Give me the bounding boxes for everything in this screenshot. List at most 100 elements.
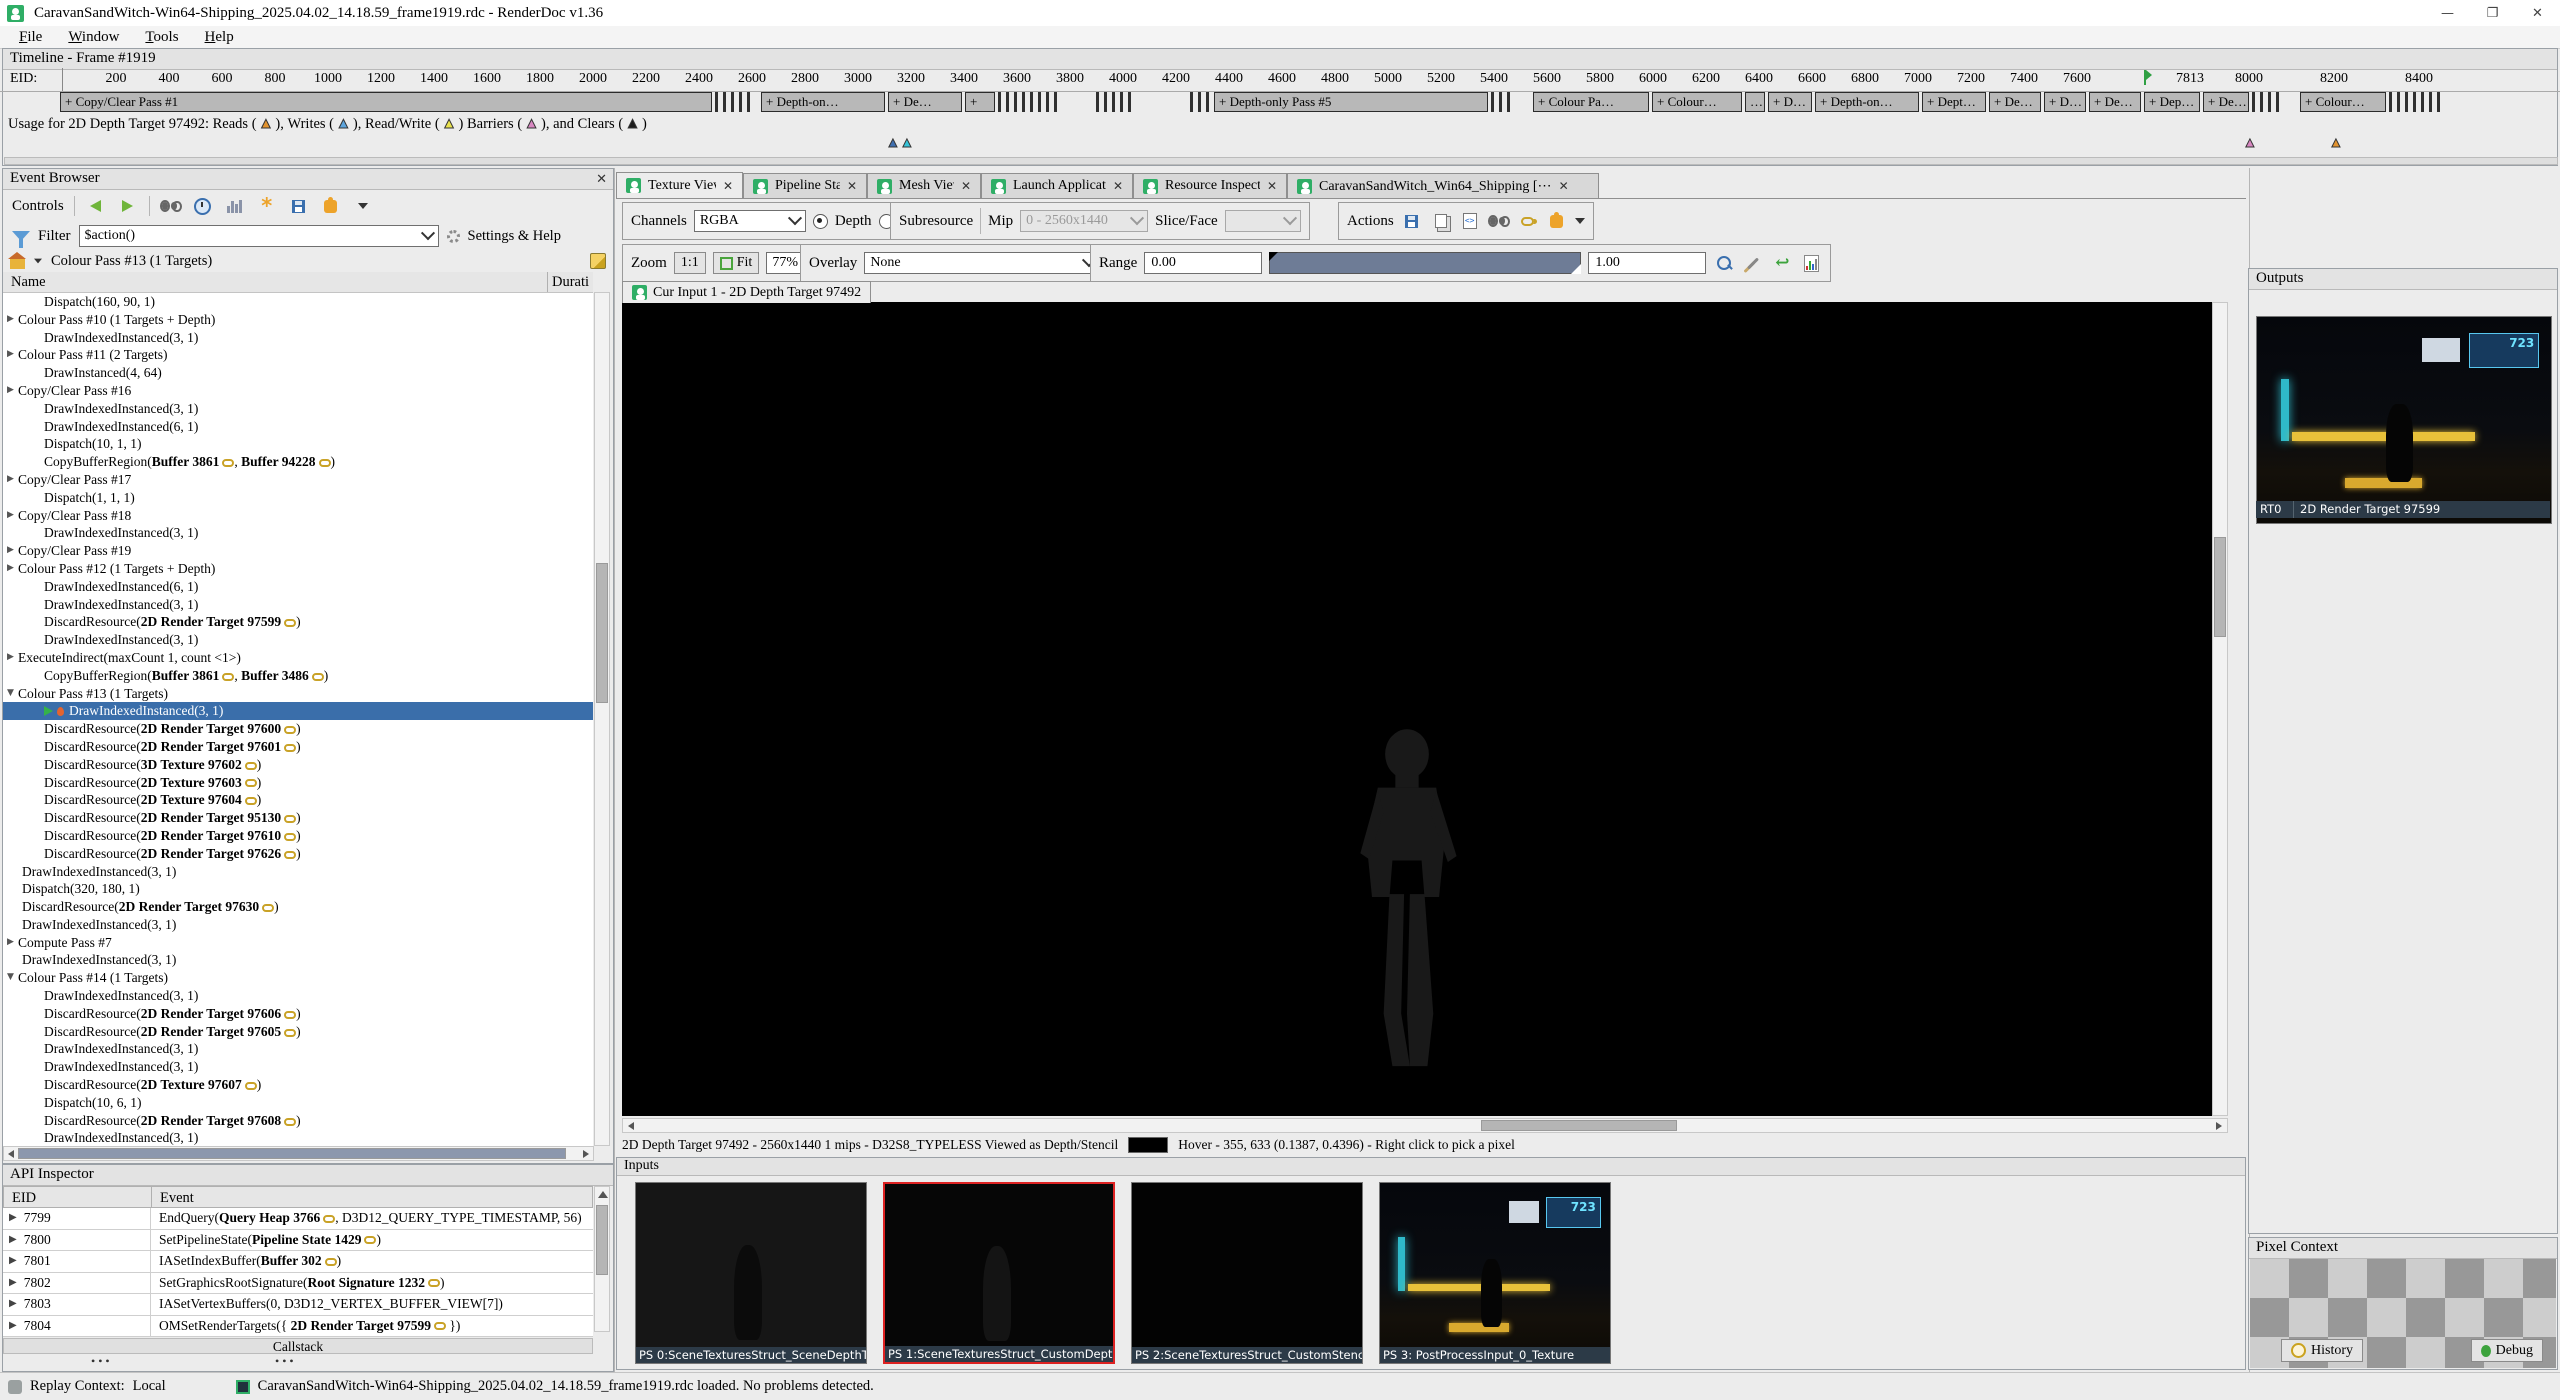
timeline-pass-block[interactable]: + Depth-on… (1815, 92, 1919, 112)
tree-caret-icon[interactable]: ▶ (3, 382, 18, 400)
tree-caret-icon[interactable]: ▶ (9, 1251, 17, 1272)
event-tree-row[interactable]: Dispatch(1, 1, 1) (3, 489, 593, 507)
event-tree-row[interactable]: DrawIndexedInstanced(3, 1) (3, 916, 593, 934)
timeline-pass-block[interactable]: + Colour… (1652, 92, 1742, 112)
mip-select[interactable]: 0 - 2560x1440 (1020, 210, 1148, 232)
reset-range-undo-icon[interactable]: ↩ (1771, 253, 1793, 273)
menu-window[interactable]: Window (55, 29, 132, 46)
timeline-pass-block[interactable]: + Dept… (1922, 92, 1986, 112)
close-button[interactable]: ✕ (2515, 0, 2560, 26)
timeline-pass-block[interactable]: … (1745, 92, 1765, 112)
stats-icon[interactable] (224, 196, 246, 216)
edit-bookmarks-pencil-icon[interactable] (590, 253, 606, 269)
event-tree-row[interactable]: Dispatch(10, 1, 1) (3, 435, 593, 453)
column-eid[interactable]: EID (4, 1187, 152, 1207)
api-inspector-vscrollbar[interactable] (594, 1186, 610, 1332)
menu-tools[interactable]: Tools (132, 29, 191, 46)
event-tree-row[interactable]: ▶Copy/Clear Pass #19 (3, 542, 593, 560)
chevron-down-icon[interactable] (420, 226, 434, 240)
event-tree-row[interactable]: DrawIndexedInstanced(3, 1) (3, 1058, 593, 1076)
api-call-row[interactable]: ▶7803IASetVertexBuffers(0, D3D12_VERTEX_… (3, 1294, 593, 1316)
tab-launch-application[interactable]: Launch Application✕ (981, 173, 1133, 198)
tree-caret-icon[interactable]: ▶ (3, 311, 18, 329)
copy-icon[interactable] (1430, 211, 1452, 231)
timeline-pass-block[interactable]: + Copy/Clear Pass #1 (60, 92, 712, 112)
extensions-puzzle-icon[interactable] (320, 196, 342, 216)
event-tree-row[interactable]: DrawIndexedInstanced(3, 1) (3, 702, 593, 720)
event-tree-row[interactable]: CopyBufferRegion(Buffer 3861, Buffer 942… (3, 453, 593, 471)
tree-caret-icon[interactable]: ▶ (3, 346, 18, 364)
event-tree-row[interactable]: DiscardResource(2D Render Target 95130) (3, 809, 593, 827)
timeline-pass-block[interactable]: + De… (888, 92, 962, 112)
column-duration[interactable]: Durati (548, 272, 589, 292)
event-tree-row[interactable]: DiscardResource(2D Render Target 97601) (3, 738, 593, 756)
event-tree-row[interactable]: DiscardResource(2D Texture 97604) (3, 791, 593, 809)
event-browser-close-icon[interactable]: ✕ (596, 170, 607, 189)
tab-close-icon[interactable]: ✕ (1559, 179, 1569, 193)
tree-caret-icon[interactable]: ▶ (9, 1208, 17, 1229)
event-tree-row[interactable]: ▶ExecuteIndirect(maxCount 1, count <1>) (3, 649, 593, 667)
home-icon[interactable] (10, 259, 25, 269)
event-tree-row[interactable]: DiscardResource(2D Render Target 97626) (3, 845, 593, 863)
menu-file[interactable]: File (6, 29, 55, 46)
event-tree-row[interactable]: ▶Colour Pass #12 (1 Targets + Depth) (3, 560, 593, 578)
tree-caret-icon[interactable]: ▶ (9, 1230, 17, 1251)
history-button[interactable]: History (2281, 1339, 2363, 1362)
timeline-pass-bars[interactable]: + Copy/Clear Pass #1+ Depth-on…+ De…++ D… (60, 92, 2540, 112)
view-code-icon[interactable]: <> (1459, 211, 1481, 231)
extensions-puzzle-icon[interactable] (1546, 211, 1568, 231)
tree-caret-icon[interactable]: ▶ (9, 1273, 17, 1294)
breadcrumb[interactable]: Colour Pass #13 (1 Targets) (51, 253, 212, 270)
timeline-pass-block[interactable]: + D… (2044, 92, 2086, 112)
save-texture-icon[interactable] (1401, 211, 1423, 231)
input-thumbnail[interactable]: 723PS 3: PostProcessInput_0_Texture (1379, 1182, 1611, 1364)
timeline-pass-block[interactable]: + Dep… (2144, 92, 2200, 112)
replay-context-value[interactable]: Local (133, 1378, 166, 1395)
tree-caret-icon[interactable]: ▶ (3, 471, 18, 489)
event-tree-row[interactable]: DrawIndexedInstanced(3, 1) (3, 329, 593, 347)
usage-marker-icon[interactable]: ▲ (886, 136, 900, 152)
event-browser-hscrollbar[interactable] (3, 1146, 594, 1161)
range-slider[interactable] (1269, 252, 1581, 274)
event-tree-row[interactable]: ▶Copy/Clear Pass #16 (3, 382, 593, 400)
callstack-grips[interactable]: • • • • • • (3, 1354, 593, 1368)
tree-caret-icon[interactable]: ▶ (3, 542, 18, 560)
timeline-pass-block[interactable]: + D… (1768, 92, 1812, 112)
overlay-select[interactable]: None (864, 252, 1100, 274)
event-tree-row[interactable]: DiscardResource(2D Render Target 97599) (3, 613, 593, 631)
timeline-scrollbar-track[interactable] (4, 157, 2558, 165)
usage-marker-icon[interactable]: ▲ (2243, 136, 2257, 152)
event-tree-row[interactable]: DiscardResource(2D Render Target 97630) (3, 898, 593, 916)
event-tree-row[interactable]: ▶Copy/Clear Pass #17 (3, 471, 593, 489)
controls-dropdown-icon[interactable] (352, 196, 374, 216)
timeline-pass-block[interactable]: + De… (2089, 92, 2141, 112)
timeline-pass-block[interactable]: + Depth-on… (761, 92, 885, 112)
timeline-pass-block[interactable]: + (965, 92, 995, 112)
input-thumbnail[interactable]: PS 0:SceneTexturesStruct_SceneDepthTextu… (635, 1182, 867, 1364)
api-call-row[interactable]: ▶7799EndQuery(Query Heap 3766, D3D12_QUE… (3, 1208, 593, 1230)
tab-texture-viewer[interactable]: Texture Viewer✕ (616, 172, 743, 198)
event-tree-row[interactable]: DrawInstanced(4, 64) (3, 364, 593, 382)
event-tree-row[interactable]: ▼Colour Pass #14 (1 Targets) (3, 969, 593, 987)
range-white-point-handle[interactable] (1571, 264, 1581, 274)
tab-close-icon[interactable]: ✕ (1113, 179, 1123, 193)
event-tree-row[interactable]: DrawIndexedInstanced(3, 1) (3, 951, 593, 969)
timeline-pass-block[interactable]: + Colour Pa… (1533, 92, 1649, 112)
timing-clock-icon[interactable] (192, 196, 214, 216)
event-tree-row[interactable]: Dispatch(320, 180, 1) (3, 880, 593, 898)
event-browser-vscrollbar[interactable] (594, 292, 610, 1146)
event-tree-row[interactable]: Dispatch(10, 6, 1) (3, 1094, 593, 1112)
column-event[interactable]: Event (152, 1187, 194, 1207)
event-tree-row[interactable]: DiscardResource(2D Render Target 97610) (3, 827, 593, 845)
api-inspector-header[interactable]: API Inspector (3, 1165, 613, 1186)
canvas-vscrollbar[interactable] (2212, 302, 2228, 1116)
event-tree-row[interactable]: DiscardResource(2D Render Target 97605) (3, 1023, 593, 1041)
event-tree-row[interactable]: DiscardResource(2D Render Target 97606) (3, 1005, 593, 1023)
event-browser-header[interactable]: Event Browser ✕ (3, 169, 613, 190)
tree-caret-icon[interactable]: ▶ (3, 934, 18, 952)
texture-display-canvas[interactable] (622, 302, 2228, 1116)
api-call-row[interactable]: ▶7800SetPipelineState(Pipeline State 142… (3, 1230, 593, 1252)
slice-face-select[interactable] (1225, 210, 1301, 232)
event-tree-row[interactable]: DiscardResource(2D Render Target 97608) (3, 1112, 593, 1130)
event-tree-row[interactable]: DiscardResource(2D Render Target 97600) (3, 720, 593, 738)
